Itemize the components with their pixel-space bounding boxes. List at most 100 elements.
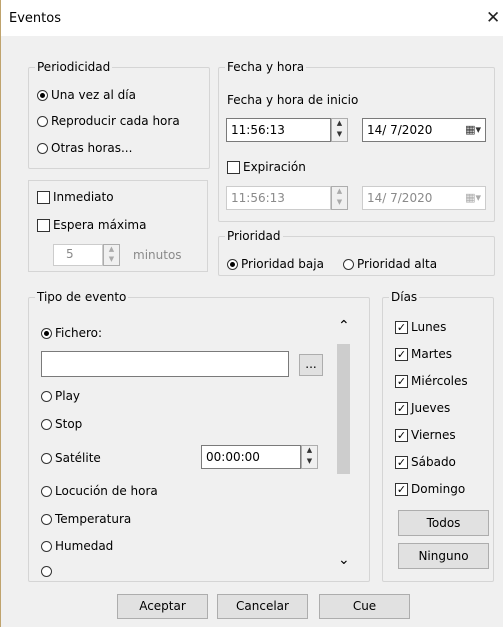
window-title: Eventos [9, 11, 61, 26]
day-label: Lunes [411, 320, 447, 334]
radio-dot-icon [37, 89, 48, 101]
browse-button[interactable]: ... [299, 354, 323, 376]
tipo-legend: Tipo de evento [37, 290, 127, 304]
spin-down-icon: ▼ [336, 130, 343, 138]
calendar-icon[interactable]: ▦▾ [465, 123, 481, 136]
todos-button[interactable]: Todos [398, 510, 489, 536]
radio-una-vez[interactable]: Una vez al día [37, 88, 136, 102]
radio-otras-horas-label: Otras horas... [51, 141, 133, 155]
radio-dot-icon [41, 452, 52, 464]
radio-humedad[interactable]: Humedad [41, 539, 113, 553]
radio-una-vez-label: Una vez al día [51, 88, 136, 102]
ninguno-button[interactable]: Ninguno [398, 543, 489, 569]
radio-fichero[interactable]: Fichero: [41, 326, 102, 340]
radio-dot-icon [41, 390, 52, 402]
periodicidad-legend: Periodicidad [37, 60, 111, 74]
exp-time-input[interactable]: 11:56:13 [226, 186, 331, 210]
calendar-icon[interactable]: ▦▾ [465, 191, 481, 204]
espera-spinner[interactable]: ▲ ▼ [103, 244, 120, 266]
inicio-date-value: 14/ 7/2020 [367, 123, 433, 137]
dias-legend: Días [391, 290, 418, 304]
close-icon[interactable]: ✕ [486, 8, 500, 28]
radio-dot-icon [343, 258, 354, 270]
radio-dot-icon [227, 258, 238, 270]
radio-stop[interactable]: Stop [41, 417, 82, 431]
scroll-up-icon[interactable]: ⌃ [338, 318, 350, 334]
tipo-scroll-area: Fichero: ... Play Stop Satélite 00:00:00… [31, 310, 366, 578]
checkbox-icon [37, 190, 50, 204]
radio-cada-hora[interactable]: Reproducir cada hora [37, 114, 180, 128]
radio-otras-horas[interactable]: Otras horas... [37, 141, 132, 155]
locucion-label: Locución de hora [55, 484, 158, 498]
fichero-label: Fichero: [55, 326, 103, 340]
check-icon: ✓ [395, 455, 408, 469]
exp-time-spinner[interactable]: ▲ ▼ [331, 186, 348, 210]
satelite-time-input[interactable]: 00:00:00 [201, 445, 301, 469]
satelite-label: Satélite [55, 451, 101, 465]
prioridad-legend: Prioridad [227, 229, 281, 243]
checkbox-icon [227, 160, 240, 174]
day-label: Sábado [411, 455, 456, 469]
radio-dot-icon [41, 327, 52, 339]
radio-cut-off [41, 566, 55, 578]
espera-minutes-input[interactable]: 5 [53, 244, 103, 266]
aceptar-button[interactable]: Aceptar [117, 594, 208, 619]
inmediato-label: Inmediato [53, 190, 114, 204]
exp-date-value: 14/ 7/2020 [367, 191, 433, 205]
day-checkbox-sabado[interactable]: ✓ Sábado [395, 455, 456, 469]
day-checkbox-viernes[interactable]: ✓ Viernes [395, 428, 456, 442]
check-icon: ✓ [395, 482, 408, 496]
fecha-legend: Fecha y hora [227, 60, 305, 74]
espera-checkbox[interactable]: Espera máxima [37, 218, 146, 232]
radio-dot-icon [41, 485, 52, 497]
eventos-dialog: Eventos ✕ Periodicidad Una vez al día Re… [0, 0, 503, 627]
radio-temperatura[interactable]: Temperatura [41, 512, 131, 526]
title-bar: Eventos ✕ [1, 0, 503, 36]
check-icon: ✓ [395, 428, 408, 442]
day-checkbox-martes[interactable]: ✓ Martes [395, 347, 452, 361]
day-label: Miércoles [411, 374, 468, 388]
temperatura-label: Temperatura [55, 512, 132, 526]
day-label: Domingo [411, 482, 466, 496]
radio-satelite[interactable]: Satélite [41, 451, 101, 465]
cue-button[interactable]: Cue [319, 594, 410, 619]
check-icon: ✓ [395, 320, 408, 334]
radio-play[interactable]: Play [41, 389, 80, 403]
inicio-time-spinner[interactable]: ▲ ▼ [331, 118, 348, 142]
day-checkbox-miercoles[interactable]: ✓ Miércoles [395, 374, 468, 388]
check-icon: ✓ [395, 347, 408, 361]
exp-date-input[interactable]: 14/ 7/2020 ▦▾ [362, 186, 486, 210]
spin-up-icon: ▲ [336, 119, 343, 127]
spin-down-icon: ▼ [306, 457, 313, 465]
radio-dot-icon [37, 142, 48, 154]
day-label: Viernes [411, 428, 456, 442]
tipo-scrollbar[interactable]: ⌃ ⌄ [335, 314, 352, 576]
radio-dot-icon [41, 513, 52, 525]
expiracion-checkbox[interactable]: Expiración [227, 160, 306, 174]
spin-down-icon: ▼ [336, 198, 343, 206]
inicio-date-input[interactable]: 14/ 7/2020 ▦▾ [362, 118, 486, 142]
fichero-input[interactable] [41, 351, 289, 377]
scroll-down-icon[interactable]: ⌄ [338, 552, 350, 568]
radio-dot-icon [41, 566, 52, 577]
radio-locucion[interactable]: Locución de hora [41, 484, 158, 498]
humedad-label: Humedad [55, 539, 114, 553]
radio-prioridad-alta[interactable]: Prioridad alta [343, 257, 437, 271]
day-checkbox-domingo[interactable]: ✓ Domingo [395, 482, 465, 496]
inicio-label: Fecha y hora de inicio [227, 93, 359, 107]
satelite-spinner[interactable]: ▲ ▼ [301, 445, 318, 469]
espera-label: Espera máxima [53, 218, 147, 232]
radio-dot-icon [41, 418, 52, 430]
prioridad-alta-label: Prioridad alta [357, 257, 438, 271]
day-checkbox-jueves[interactable]: ✓ Jueves [395, 401, 450, 415]
inicio-time-input[interactable]: 11:56:13 [226, 118, 331, 142]
radio-dot-icon [37, 115, 48, 127]
scrollbar-thumb[interactable] [337, 344, 350, 474]
espera-unit: minutos [133, 248, 182, 262]
radio-prioridad-baja[interactable]: Prioridad baja [227, 257, 324, 271]
cancelar-button[interactable]: Cancelar [217, 594, 308, 619]
spin-up-icon: ▲ [306, 446, 313, 454]
inmediato-checkbox[interactable]: Inmediato [37, 190, 114, 204]
spin-up-icon: ▲ [108, 245, 115, 253]
day-checkbox-lunes[interactable]: ✓ Lunes [395, 320, 446, 334]
